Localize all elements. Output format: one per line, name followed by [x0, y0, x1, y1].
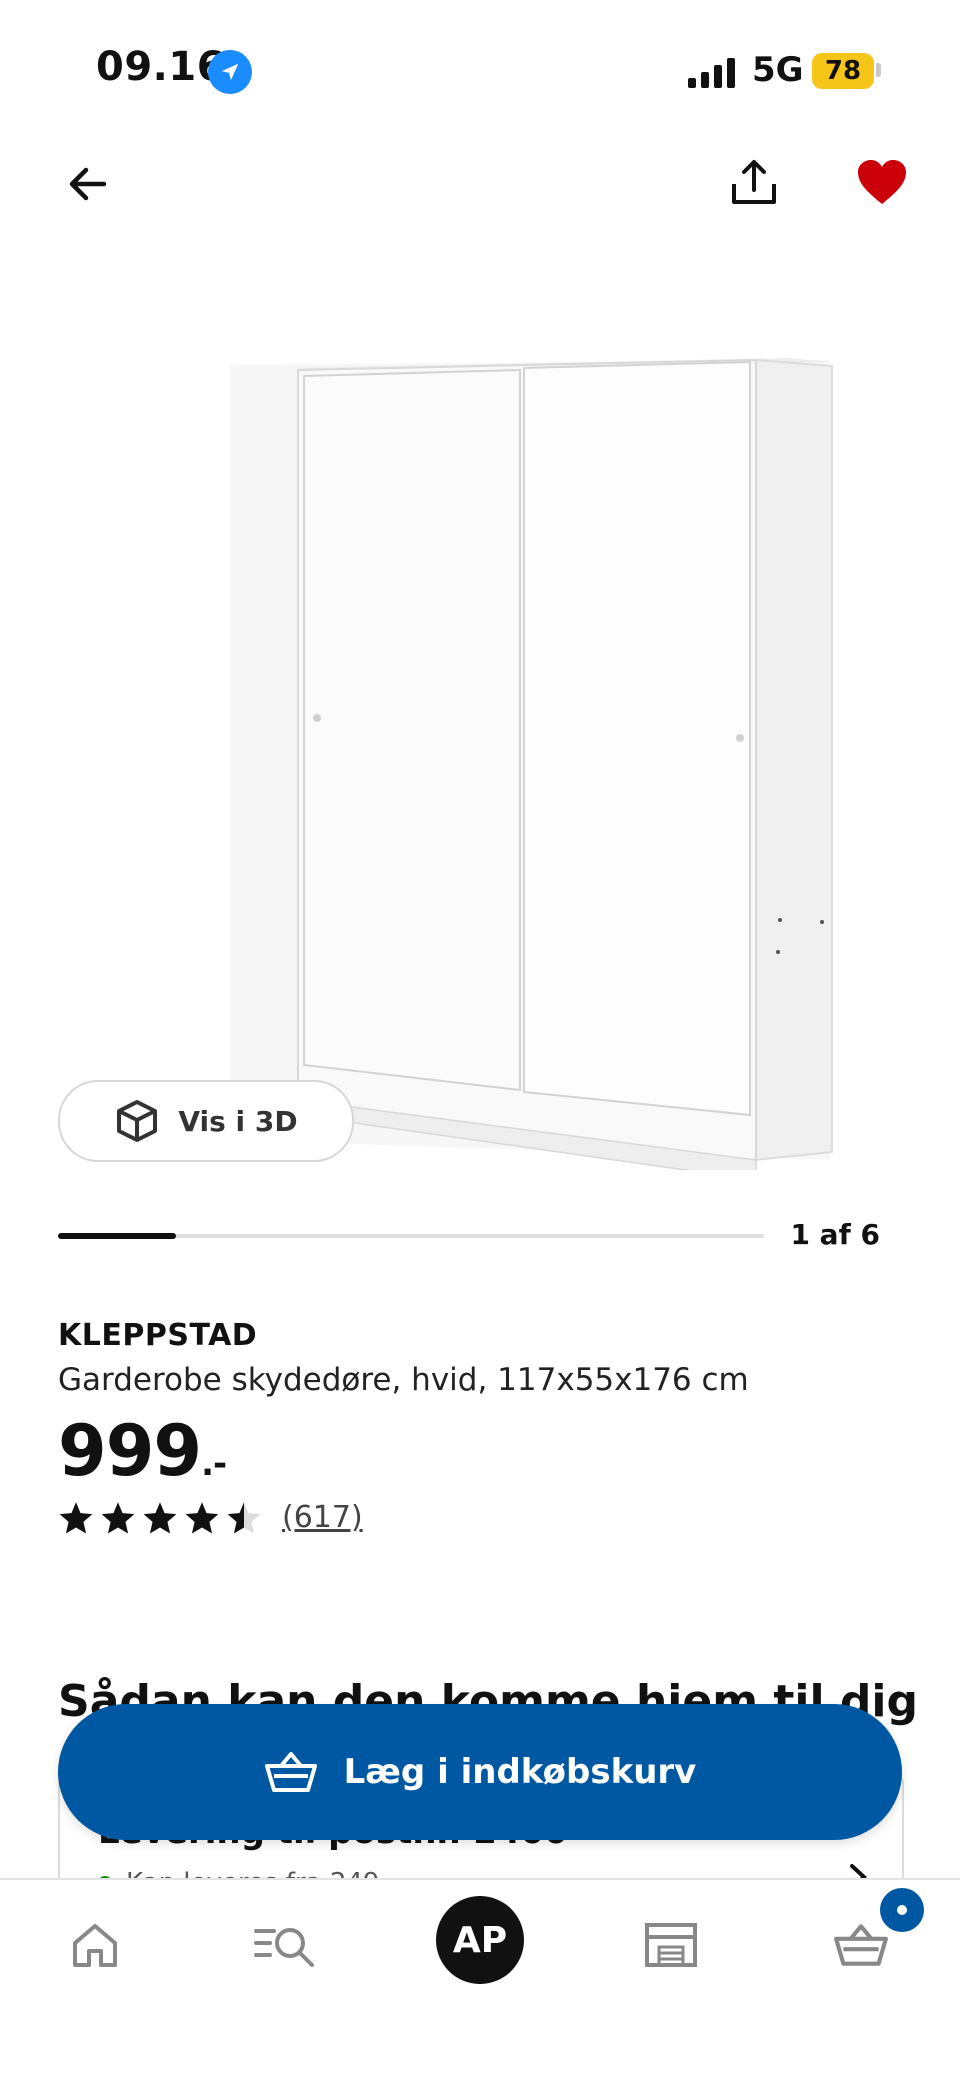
basket-icon [264, 1752, 317, 1792]
nav-search[interactable] [240, 1900, 330, 1990]
share-button[interactable] [722, 150, 786, 214]
location-arrow-icon [208, 50, 252, 94]
basket-outline-icon [834, 1924, 888, 1966]
product-price: 999.- [58, 1410, 227, 1492]
heart-filled-icon [858, 160, 906, 204]
price-suffix: .- [201, 1444, 227, 1484]
product-brand: KLEPPSTAD [58, 1318, 258, 1353]
cube-icon [117, 1100, 158, 1142]
nav-stores[interactable] [626, 1900, 716, 1990]
star-icon [227, 1501, 261, 1533]
star-icon [101, 1501, 135, 1533]
star-icon [185, 1501, 219, 1533]
network-type: 5G [752, 50, 804, 90]
product-image[interactable] [120, 340, 840, 1170]
share-icon [732, 160, 776, 204]
store-icon [645, 1923, 697, 1967]
back-button[interactable] [56, 152, 120, 216]
product-rating[interactable]: (617) [58, 1500, 363, 1535]
add-to-cart-label: Læg i indkøbskurv [343, 1752, 697, 1792]
nav-home[interactable] [50, 1900, 140, 1990]
cart-count-badge [880, 1888, 924, 1932]
review-count-link[interactable]: (617) [282, 1500, 363, 1535]
favorite-button[interactable] [850, 150, 914, 214]
gallery-position: 1 af 6 [790, 1218, 880, 1251]
profile-avatar[interactable]: AP [436, 1896, 524, 1984]
star-icon [59, 1501, 93, 1533]
product-description: Garderobe skydedøre, hvid, 117x55x176 cm [58, 1362, 749, 1398]
gallery-progress-fill [58, 1233, 176, 1239]
add-to-cart-button[interactable]: Læg i indkøbskurv [58, 1704, 902, 1840]
search-list-icon [254, 1928, 314, 1967]
battery-tip [876, 63, 881, 77]
star-icon [143, 1501, 177, 1533]
status-time: 09.16 [96, 44, 226, 90]
view-in-3d-label: Vis i 3D [178, 1104, 298, 1138]
battery-indicator: 78 [812, 53, 874, 89]
rating-stars [58, 1501, 262, 1535]
view-in-3d-button[interactable]: Vis i 3D [58, 1080, 354, 1162]
home-icon [73, 1924, 117, 1967]
signal-strength-icon [688, 56, 738, 88]
arrow-left-icon [69, 167, 107, 201]
price-value: 999 [58, 1410, 202, 1492]
